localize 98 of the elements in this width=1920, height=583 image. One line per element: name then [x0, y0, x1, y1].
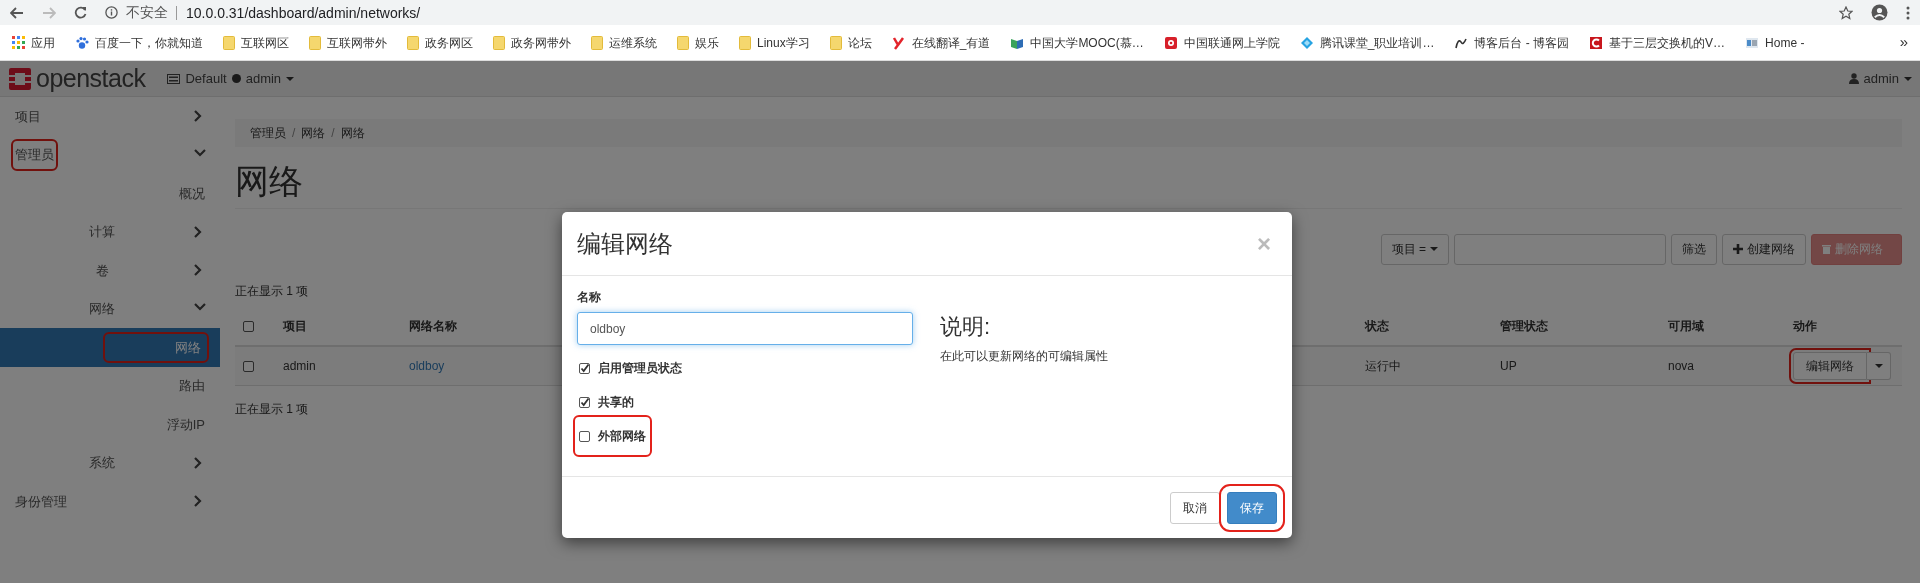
folder-icon	[407, 35, 419, 50]
folder-icon	[677, 35, 689, 50]
security-label: 不安全	[126, 3, 168, 22]
filter-button[interactable]: 筛选	[1671, 233, 1717, 265]
checkbox[interactable]	[579, 430, 590, 442]
reload-icon[interactable]	[74, 6, 87, 19]
checkbox-option[interactable]: 启用管理员状态	[577, 351, 684, 385]
folder-icon	[493, 35, 505, 50]
user-icon	[1848, 73, 1859, 84]
mark-icon	[891, 35, 906, 50]
bookmark[interactable]: 腾讯课堂_职业培训…	[1299, 33, 1435, 52]
bookmark[interactable]: 应用	[12, 33, 55, 52]
bookmark[interactable]: 运维系统	[591, 33, 657, 52]
bookmark[interactable]: 在线翻译_有道	[891, 33, 991, 52]
sidebar-item[interactable]: 计算	[0, 212, 220, 251]
help-title: 说明:	[940, 313, 992, 341]
diamond-icon	[1299, 35, 1314, 50]
folder-icon	[829, 35, 842, 50]
column-header: 项目	[283, 319, 307, 334]
star-icon[interactable]	[1839, 5, 1853, 20]
caret-icon	[1904, 76, 1912, 81]
table-cell: nova	[1668, 359, 1695, 374]
sidebar-item[interactable]: 概况	[0, 174, 220, 213]
sidebar-item[interactable]: 网络	[0, 289, 220, 328]
item-count: 正在显示 1 项	[235, 283, 309, 298]
page-title: 网络	[235, 161, 1902, 209]
column-header: 状态	[1365, 319, 1389, 334]
breadcrumb-link[interactable]: 管理员	[250, 124, 286, 142]
sidebar-item[interactable]: 项目	[0, 97, 220, 136]
sidebar-item[interactable]: 管理员	[0, 135, 220, 174]
folder-icon	[309, 35, 321, 50]
flower-icon	[1163, 35, 1178, 50]
dot-icon	[231, 74, 241, 83]
column-header: 网络名称	[409, 319, 457, 334]
info-icon[interactable]	[105, 6, 118, 19]
table-cell: 运行中	[1365, 359, 1401, 374]
server-icon	[167, 73, 181, 84]
checkbox-option[interactable]: 共享的	[577, 385, 636, 419]
bookmark[interactable]: Linux学习	[739, 33, 810, 52]
menu-icon[interactable]	[1906, 5, 1910, 20]
bookmark[interactable]: 中国大学MOOC(慕…	[1010, 33, 1144, 52]
checkbox-option[interactable]: 外部网络	[577, 419, 648, 453]
arc-icon	[1589, 35, 1604, 50]
column-header: 可用域	[1668, 319, 1704, 334]
help-text: 在此可以更新网络的可编辑属性	[940, 348, 1108, 365]
bookmark[interactable]: 博客后台 - 博客园	[1454, 33, 1570, 52]
user-menu[interactable]: admin	[1848, 68, 1912, 89]
breadcrumb-separator: /	[331, 125, 335, 142]
field-label: 名称	[577, 289, 602, 306]
bookmark[interactable]: 政务网区	[407, 33, 473, 52]
sidebar-item[interactable]: 浮动IP	[0, 405, 220, 444]
name-field[interactable]: oldboy	[577, 312, 913, 345]
bookmark[interactable]: 政务网带外	[493, 33, 571, 52]
breadcrumb-link[interactable]: 网络	[340, 124, 365, 142]
item-count: 正在显示 1 项	[235, 402, 309, 417]
project-selector[interactable]: Default admin	[167, 68, 295, 89]
folder-icon	[739, 35, 751, 50]
dropdown-toggle[interactable]	[1867, 352, 1891, 381]
cancel-button[interactable]: 取消	[1170, 491, 1220, 524]
caret-icon	[1430, 247, 1438, 252]
more-bookmarks-button[interactable]: »	[1899, 31, 1908, 54]
tile-icon	[1745, 35, 1760, 50]
paw-icon	[75, 35, 89, 50]
bookmark[interactable]: 百度一下，你就知道	[75, 33, 203, 52]
sidebar-item[interactable]: 身份管理	[0, 482, 220, 521]
bookmark[interactable]: 互联网带外	[309, 33, 387, 52]
checkbox[interactable]	[579, 396, 590, 408]
checkbox[interactable]	[243, 320, 254, 332]
column-header: 管理状态	[1500, 319, 1548, 334]
sidebar-item[interactable]: 卷	[0, 251, 220, 290]
filter-input[interactable]	[1454, 233, 1666, 265]
apps-icon	[12, 36, 25, 49]
bookmark[interactable]: 互联网区	[223, 33, 289, 52]
bookmark[interactable]: 论坛	[829, 33, 872, 52]
bookmark[interactable]: 娱乐	[677, 33, 719, 52]
bookmark[interactable]: Home -	[1745, 33, 1805, 52]
modal-title: 编辑网络	[577, 228, 673, 259]
back-icon[interactable]	[10, 6, 24, 19]
sidebar-item[interactable]: 系统	[0, 443, 220, 482]
table-cell: UP	[1500, 359, 1517, 374]
create-network-button[interactable]: 创建网络	[1722, 233, 1806, 265]
bookmark[interactable]: 中国联通网上学院	[1163, 33, 1280, 52]
folder-icon	[223, 35, 235, 50]
filter-dropdown[interactable]: 项目 =	[1380, 233, 1449, 265]
bookmark[interactable]: 基于三层交换机的V…	[1589, 33, 1726, 52]
column-header: 动作	[1793, 319, 1817, 334]
caret-icon	[286, 76, 295, 81]
breadcrumb-link[interactable]: 网络	[301, 124, 326, 142]
table-cell: admin	[283, 359, 316, 374]
breadcrumb-separator: /	[292, 125, 296, 142]
brand-name: openstack	[36, 62, 146, 94]
checkbox[interactable]	[243, 360, 254, 372]
checkbox[interactable]	[579, 362, 590, 374]
account-icon[interactable]	[1871, 4, 1888, 21]
folder-icon	[591, 35, 603, 50]
plus-icon	[1733, 244, 1743, 255]
logo-icon	[8, 66, 32, 91]
address-field[interactable]: 10.0.0.31/dashboard/admin/networks/	[176, 5, 421, 20]
